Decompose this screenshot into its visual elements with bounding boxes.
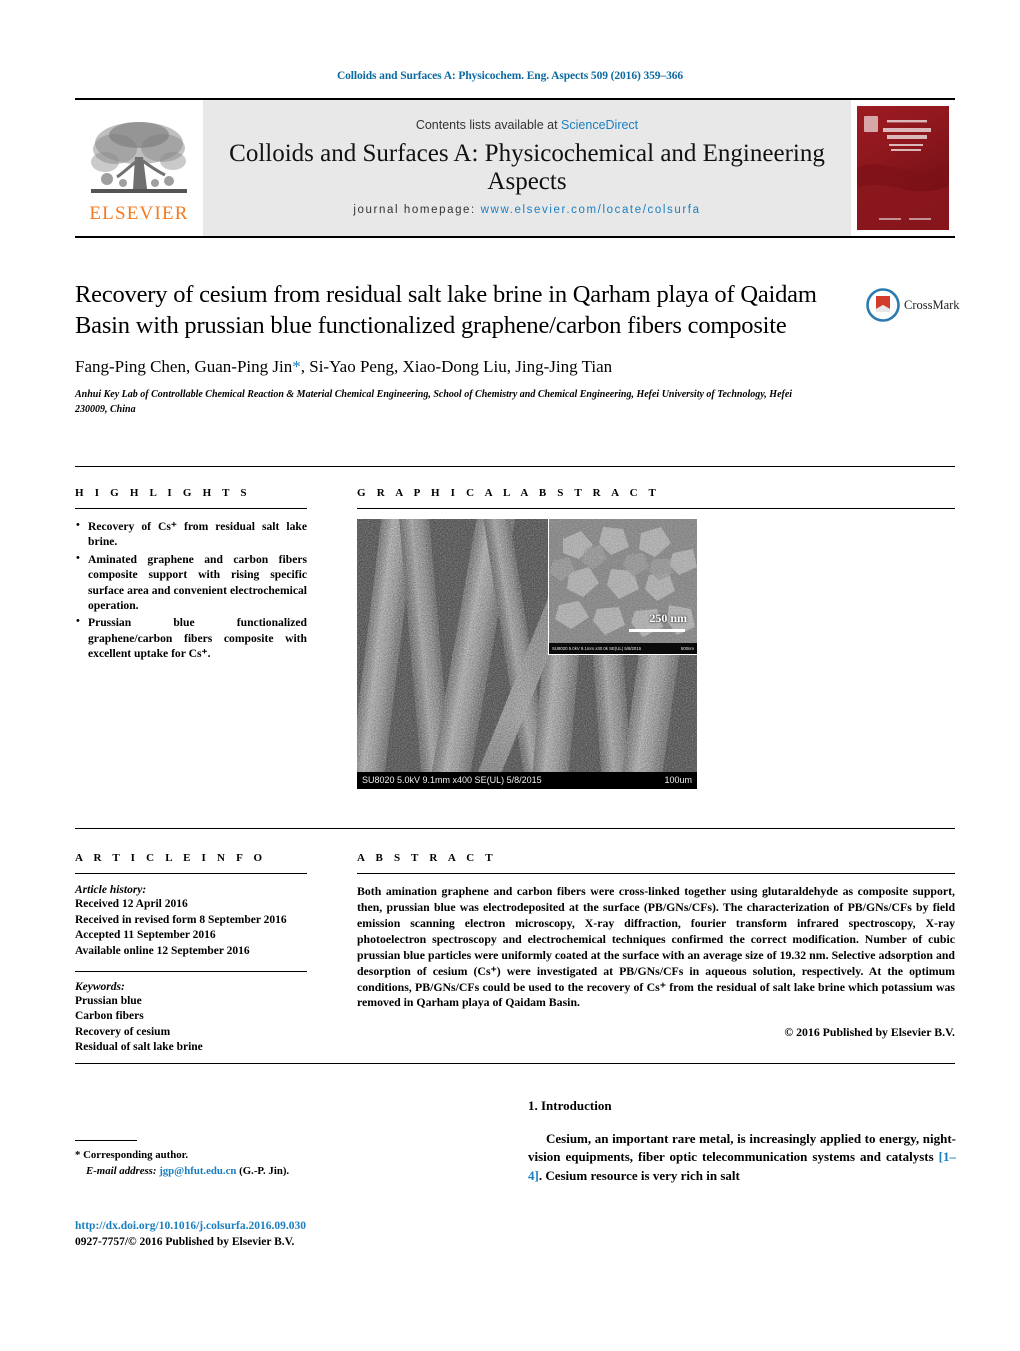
intro-text-after-ref: . Cesium resource is very rich in salt xyxy=(538,1167,740,1183)
introduction-section: 1. Introduction Cesium, an important rar… xyxy=(528,1098,956,1185)
email-note: E-mail address: jgp@hfut.edu.cn (G.-P. J… xyxy=(75,1164,455,1180)
list-item: Aminated graphene and carbon fibers comp… xyxy=(75,551,307,614)
list-item: Prussian blue functionalized graphene/ca… xyxy=(75,614,307,661)
highlights-heading: H I G H L I G H T S xyxy=(75,487,251,499)
homepage-url-link[interactable]: www.elsevier.com/locate/colsurfa xyxy=(481,204,701,216)
elsevier-logo: ELSEVIER xyxy=(75,100,203,236)
sem-data-bar: SU8020 5.0kV 9.1mm x400 SE(UL) 5/8/2015 … xyxy=(357,772,697,789)
journal-masthead: ELSEVIER Contents lists available at Sci… xyxy=(75,98,955,238)
cover-image xyxy=(857,106,949,230)
elsevier-tree-icon xyxy=(91,122,187,193)
abstract-heading: A B S T R A C T xyxy=(357,852,497,864)
introduction-paragraph: Cesium, an important rare metal, is incr… xyxy=(528,1130,956,1185)
article-history-label: Article history: xyxy=(75,884,147,896)
article-history-online: Available online 12 September 2016 xyxy=(75,944,250,957)
highlights-list: Recovery of Cs⁺ from residual salt lake … xyxy=(75,518,307,662)
inset-caption-right: 500nm xyxy=(680,646,694,651)
sem-caption-left: SU8020 5.0kV 9.1mm x400 SE(UL) 5/8/2015 xyxy=(362,775,542,785)
journal-cover-thumbnail xyxy=(851,100,955,236)
abstract-copyright: © 2016 Published by Elsevier B.V. xyxy=(784,1025,955,1040)
corresponding-author-text: Corresponding author. xyxy=(83,1149,189,1161)
sem-caption-right: 100um xyxy=(664,775,692,785)
email-label: E-mail address: xyxy=(86,1164,157,1177)
article-first-page: Colloids and Surfaces A: Physicochem. En… xyxy=(0,0,1020,1351)
article-history-accepted: Accepted 11 September 2016 xyxy=(75,929,216,942)
article-history-received: Received 12 April 2016 xyxy=(75,898,188,910)
divider-above-abstract xyxy=(75,828,955,829)
graphical-abstract-rule xyxy=(357,508,955,509)
authors-leading: Fang-Ping Chen, Guan-Ping Jin xyxy=(75,357,293,377)
elsevier-wordmark: ELSEVIER xyxy=(89,203,189,224)
crossmark-label: CrossMark xyxy=(904,297,960,312)
article-history-revised: Received in revised form 8 September 201… xyxy=(75,913,287,926)
inset-scale-bar xyxy=(629,629,685,632)
article-info-heading: A R T I C L E I N F O xyxy=(75,852,267,864)
divider-above-highlights xyxy=(75,466,955,467)
contents-available-line: Contents lists available at ScienceDirec… xyxy=(416,118,638,132)
homepage-prefix: journal homepage: xyxy=(353,204,476,216)
highlights-section: H I G H L I G H T S Recovery of Cs⁺ from… xyxy=(75,487,307,664)
corresponding-author-note: * Corresponding author. xyxy=(75,1148,455,1164)
sem-inset-image: 250 nm SU8020 5.0kV 9.1mm x30.0k SE(UL) … xyxy=(548,519,697,655)
introduction-heading: 1. Introduction xyxy=(528,1098,612,1113)
abstract-rule xyxy=(357,873,955,874)
title-block: Recovery of cesium from residual salt la… xyxy=(75,280,865,417)
email-link[interactable]: jgp@hfut.edu.cn xyxy=(159,1165,236,1177)
article-info-rule xyxy=(75,873,307,874)
highlights-rule xyxy=(75,508,307,509)
keyword-item: Residual of salt lake brine xyxy=(75,1041,203,1054)
abstract-body: Both amination graphene and carbon fiber… xyxy=(357,884,955,1010)
footnote-block: * Corresponding author. E-mail address: … xyxy=(75,1140,455,1179)
footnote-divider xyxy=(75,1140,137,1141)
imprint-block: http://dx.doi.org/10.1016/j.colsurfa.201… xyxy=(75,1218,475,1250)
intro-text-before-ref: Cesium, an important rare metal, is incr… xyxy=(528,1131,956,1165)
list-item: Recovery of Cs⁺ from residual salt lake … xyxy=(75,518,307,550)
corresponding-author-marker: * xyxy=(292,357,301,377)
sciencedirect-link[interactable]: ScienceDirect xyxy=(561,118,638,132)
keyword-item: Carbon fibers xyxy=(75,1010,144,1023)
running-head: Colloids and Surfaces A: Physicochem. En… xyxy=(336,70,684,82)
keyword-item: Prussian blue xyxy=(75,994,142,1007)
authors-trailing: , Si-Yao Peng, Xiao-Dong Liu, Jing-Jing … xyxy=(300,357,613,377)
crossmark-icon xyxy=(866,288,900,322)
keyword-item: Recovery of cesium xyxy=(75,1025,171,1038)
email-owner: (G.-P. Jin). xyxy=(239,1164,290,1177)
footnote-marker: * xyxy=(75,1149,81,1161)
inset-scale-label: 250 nm xyxy=(649,611,687,625)
doi-link[interactable]: http://dx.doi.org/10.1016/j.colsurfa.201… xyxy=(75,1218,475,1234)
article-info-section: A R T I C L E I N F O Article history: R… xyxy=(75,852,307,1056)
crossmark-badge[interactable]: CrossMark xyxy=(866,288,962,322)
keywords-label: Keywords: xyxy=(75,980,125,993)
author-list: Fang-Ping Chen, Guan-Ping Jin*, Si-Yao P… xyxy=(75,357,865,377)
journal-title: Colloids and Surfaces A: Physicochemical… xyxy=(229,140,825,195)
divider-below-abstract xyxy=(75,1063,955,1064)
abstract-section: A B S T R A C T Both amination graphene … xyxy=(357,852,955,1040)
graphical-abstract-heading: G R A P H I C A L A B S T R A C T xyxy=(357,487,661,499)
inset-data-bar: SU8020 5.0kV 9.1mm x30.0k SE(UL) 5/8/201… xyxy=(549,643,697,654)
inset-caption-left: SU8020 5.0kV 9.1mm x30.0k SE(UL) 5/8/201… xyxy=(552,646,642,651)
affiliation: Anhui Key Lab of Controllable Chemical R… xyxy=(75,389,793,415)
journal-band: Contents lists available at ScienceDirec… xyxy=(203,100,851,236)
journal-homepage-line: journal homepage: www.elsevier.com/locat… xyxy=(353,204,700,216)
issn-copyright-line: 0927-7757/© 2016 Published by Elsevier B… xyxy=(75,1236,295,1249)
page-title: Recovery of cesium from residual salt la… xyxy=(75,281,817,339)
sem-inset-particles xyxy=(549,519,697,654)
contents-prefix: Contents lists available at xyxy=(415,118,558,132)
graphical-abstract-section: G R A P H I C A L A B S T R A C T 250 nm… xyxy=(357,487,955,789)
sem-micrograph: 250 nm SU8020 5.0kV 9.1mm x30.0k SE(UL) … xyxy=(357,519,697,789)
keywords-divider xyxy=(75,970,307,972)
